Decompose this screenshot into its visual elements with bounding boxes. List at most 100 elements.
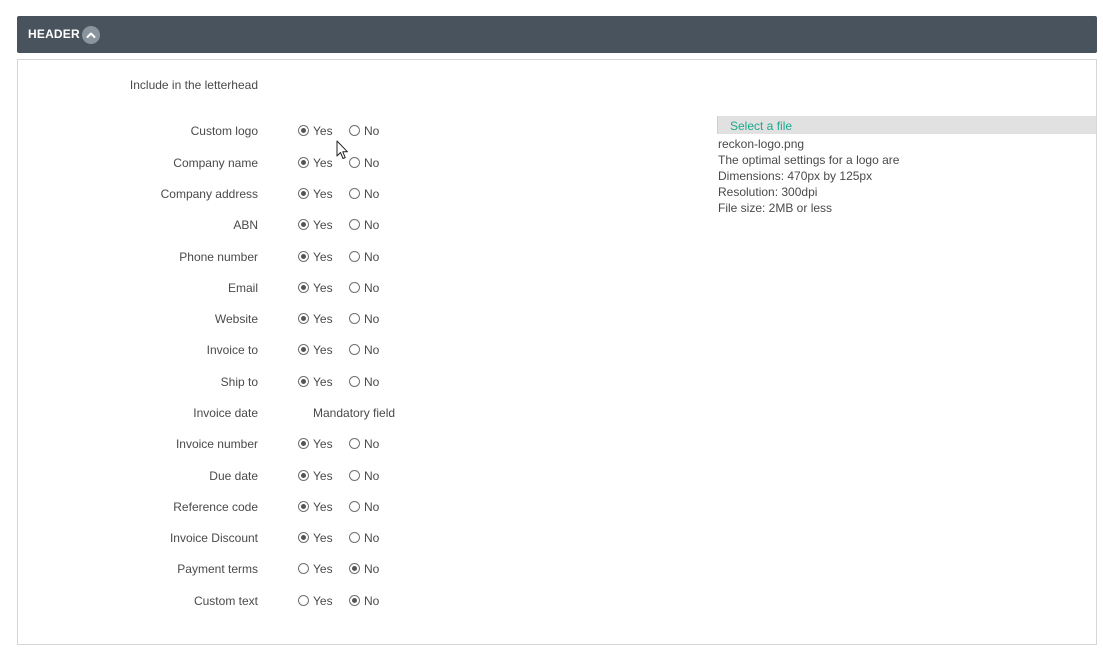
radio-button[interactable] — [298, 532, 309, 544]
setting-label: Invoice to — [206, 343, 258, 357]
setting-label: Phone number — [179, 250, 258, 264]
radio-option-yes[interactable]: Yes — [298, 561, 333, 577]
radio-option-no[interactable]: No — [349, 530, 379, 546]
radio-button[interactable] — [298, 595, 309, 607]
radio-label: Yes — [313, 469, 333, 483]
radio-option-yes[interactable]: Yes — [298, 530, 333, 546]
radio-button[interactable] — [298, 376, 309, 388]
radio-option-no[interactable]: No — [349, 311, 379, 327]
radio-button[interactable] — [298, 563, 309, 575]
intro-label: Include in the letterhead — [129, 78, 258, 92]
radio-button[interactable] — [349, 438, 360, 450]
radio-button[interactable] — [349, 470, 360, 482]
radio-button[interactable] — [298, 501, 309, 513]
radio-button[interactable] — [349, 313, 360, 325]
radio-option-yes[interactable]: Yes — [298, 155, 333, 171]
section-header-bar[interactable]: HEADER — [17, 16, 1097, 53]
radio-option-yes[interactable]: Yes — [298, 374, 333, 390]
radio-option-yes[interactable]: Yes — [298, 342, 333, 358]
setting-label: Custom text — [193, 594, 258, 608]
radio-button[interactable] — [349, 157, 360, 169]
radio-button[interactable] — [298, 251, 309, 263]
setting-row: Payment terms Yes No — [18, 561, 438, 577]
radio-button[interactable] — [298, 219, 309, 231]
radio-button[interactable] — [349, 563, 360, 575]
radio-button[interactable] — [349, 532, 360, 544]
radio-button[interactable] — [298, 157, 309, 169]
radio-option-no[interactable]: No — [349, 123, 379, 139]
logo-info-line: The optimal settings for a logo are — [718, 153, 900, 167]
radio-option-yes[interactable]: Yes — [298, 311, 333, 327]
radio-option-yes[interactable]: Yes — [298, 280, 333, 296]
radio-option-yes[interactable]: Yes — [298, 436, 333, 452]
radio-option-yes[interactable]: Yes — [298, 123, 333, 139]
radio-button[interactable] — [298, 470, 309, 482]
radio-option-no[interactable]: No — [349, 342, 379, 358]
select-file-link[interactable]: Select a file — [730, 119, 792, 133]
radio-button[interactable] — [349, 501, 360, 513]
setting-label: Custom logo — [190, 124, 258, 138]
radio-option-no[interactable]: No — [349, 186, 379, 202]
mouse-cursor-icon — [336, 140, 348, 159]
chevron-up-icon[interactable] — [82, 26, 100, 44]
radio-label: Yes — [313, 531, 333, 545]
radio-label: No — [364, 218, 380, 232]
radio-option-yes[interactable]: Yes — [298, 593, 333, 609]
radio-button[interactable] — [349, 219, 360, 231]
section-title: HEADER — [28, 27, 80, 41]
radio-option-yes[interactable]: Yes — [298, 499, 333, 515]
radio-option-no[interactable]: No — [349, 155, 379, 171]
setting-label: ABN — [233, 218, 258, 232]
radio-button[interactable] — [349, 282, 360, 294]
radio-label: Yes — [313, 218, 333, 232]
radio-button[interactable] — [298, 282, 309, 294]
radio-button[interactable] — [298, 438, 309, 450]
radio-option-yes[interactable]: Yes — [298, 249, 333, 265]
logo-info-line: Resolution: 300dpi — [718, 185, 818, 199]
radio-button[interactable] — [349, 376, 360, 388]
radio-option-no[interactable]: No — [349, 217, 379, 233]
setting-row: Email Yes No — [18, 280, 438, 296]
radio-option-yes[interactable]: Yes — [298, 186, 333, 202]
radio-label: No — [364, 312, 380, 326]
radio-button[interactable] — [349, 188, 360, 200]
radio-option-no[interactable]: No — [349, 561, 379, 577]
radio-option-yes[interactable]: Yes — [298, 468, 333, 484]
radio-label: No — [364, 469, 380, 483]
radio-button[interactable] — [349, 595, 360, 607]
radio-button[interactable] — [349, 344, 360, 356]
setting-label: Reference code — [173, 500, 258, 514]
radio-label: Yes — [313, 594, 333, 608]
setting-row: Custom text Yes No — [18, 593, 438, 609]
radio-label: Yes — [313, 375, 333, 389]
setting-row: Invoice Discount Yes No — [18, 530, 438, 546]
setting-label: Invoice Discount — [169, 531, 258, 545]
setting-label: Email — [227, 281, 258, 295]
radio-option-no[interactable]: No — [349, 436, 379, 452]
radio-button[interactable] — [349, 125, 360, 137]
radio-label: No — [364, 594, 380, 608]
radio-label: Yes — [313, 124, 333, 138]
radio-label: No — [364, 343, 380, 357]
radio-label: Yes — [313, 156, 333, 170]
radio-option-no[interactable]: No — [349, 468, 379, 484]
file-select-bar[interactable]: Select a file — [717, 116, 1096, 134]
radio-option-no[interactable]: No — [349, 499, 379, 515]
radio-button[interactable] — [349, 251, 360, 263]
radio-option-no[interactable]: No — [349, 249, 379, 265]
radio-label: No — [364, 124, 380, 138]
setting-row: Reference code Yes No — [18, 499, 438, 515]
setting-label: Company address — [160, 187, 258, 201]
radio-button[interactable] — [298, 344, 309, 356]
radio-label: Yes — [313, 281, 333, 295]
radio-label: No — [364, 250, 380, 264]
radio-option-no[interactable]: No — [349, 593, 379, 609]
radio-option-no[interactable]: No — [349, 374, 379, 390]
radio-option-no[interactable]: No — [349, 280, 379, 296]
radio-option-yes[interactable]: Yes — [298, 217, 333, 233]
radio-button[interactable] — [298, 313, 309, 325]
radio-button[interactable] — [298, 188, 309, 200]
setting-row: Custom logo Yes No — [18, 123, 438, 139]
radio-label: No — [364, 531, 380, 545]
radio-button[interactable] — [298, 125, 309, 137]
